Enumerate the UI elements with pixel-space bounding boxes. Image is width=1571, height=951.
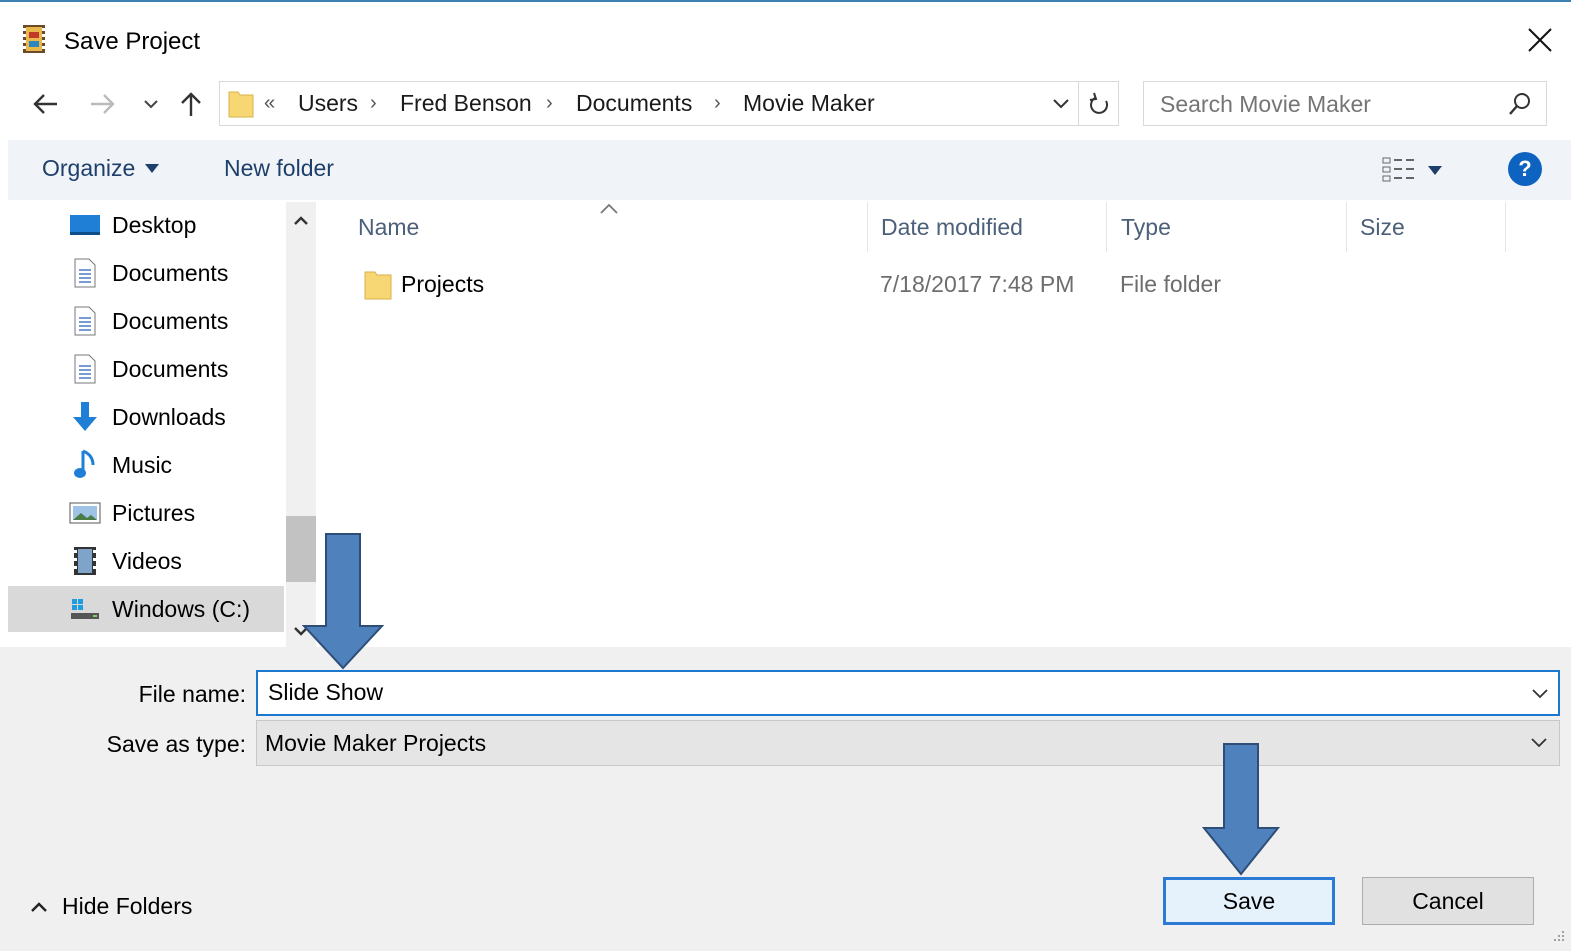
nav-item-pictures[interactable]: Pictures [8, 490, 284, 536]
document-icon [68, 256, 102, 290]
navigation-pane[interactable]: Desktop Documents Documents Documents Do… [8, 202, 318, 647]
window-title: Save Project [64, 28, 201, 55]
breadcrumb-fred-benson[interactable]: Fred Benson [400, 90, 532, 117]
forward-button[interactable] [88, 86, 118, 122]
column-header-type[interactable]: Type [1107, 202, 1347, 252]
nav-item-label: Documents [112, 259, 229, 286]
refresh-icon [1089, 92, 1108, 114]
breadcrumb-separator: › [546, 92, 553, 114]
file-type: File folder [1120, 271, 1221, 297]
file-date-modified: 7/18/2017 7:48 PM [880, 271, 1075, 297]
drive-icon [68, 592, 102, 626]
organize-label: Organize [42, 155, 136, 181]
folder-icon [364, 271, 392, 300]
save-as-type-label: Save as type: [106, 731, 246, 757]
save-as-type-select[interactable]: Movie Maker Projects [256, 720, 1560, 766]
organize-button[interactable]: Organize [42, 155, 160, 182]
movie-maker-app-icon [23, 25, 45, 53]
breadcrumb-movie-maker[interactable]: Movie Maker [743, 90, 875, 117]
desktop-icon [68, 208, 102, 242]
nav-item-documents[interactable]: Documents [8, 346, 284, 392]
caret-down-icon [1428, 165, 1442, 175]
up-button[interactable] [176, 86, 206, 122]
save-dialog: Save Project « Users › Fred Benson › Doc… [0, 0, 1571, 951]
close-button[interactable] [1518, 18, 1562, 62]
videos-icon [68, 544, 102, 578]
file-name-label: File name: [138, 681, 246, 707]
change-view-button[interactable] [1382, 152, 1454, 188]
chevron-up-icon [294, 216, 308, 225]
file-row[interactable]: Projects 7/18/2017 7:48 PM File folder [322, 262, 1522, 308]
nav-item-label: Music [112, 451, 173, 478]
annotation-arrow-save [1201, 743, 1281, 876]
back-button[interactable] [28, 86, 62, 122]
nav-item-label: Videos [112, 547, 182, 574]
hide-folders-label: Hide Folders [62, 893, 193, 919]
search-icon[interactable] [1506, 90, 1534, 118]
overflow-chevron[interactable]: « [264, 92, 275, 115]
nav-item-label: Pictures [112, 499, 196, 526]
arrow-right-icon [91, 94, 115, 114]
chevron-down-icon [1531, 738, 1547, 748]
help-button[interactable]: ? [1508, 152, 1542, 186]
chevron-down-icon [144, 100, 158, 109]
arrow-left-icon [33, 94, 57, 114]
scroll-up-button[interactable] [286, 206, 316, 236]
address-bar[interactable]: « Users › Fred Benson › Documents › Movi… [219, 81, 1119, 126]
search-input[interactable] [1160, 91, 1490, 118]
save-as-type-dropdown-button[interactable] [1527, 731, 1551, 755]
address-dropdown-button[interactable] [1046, 88, 1076, 120]
title-bar: Save Project [0, 4, 1571, 72]
file-name-combobox[interactable] [256, 670, 1560, 716]
chevron-down-icon [1532, 689, 1548, 699]
document-icon [68, 304, 102, 338]
column-header-size[interactable]: Size [1346, 202, 1506, 252]
nav-item-windows-c[interactable]: Windows (C:) [8, 586, 284, 632]
file-name-dropdown-button[interactable] [1528, 682, 1552, 706]
nav-item-documents[interactable]: Documents [8, 250, 284, 296]
save-as-type-value: Movie Maker Projects [265, 730, 487, 756]
resize-grip-icon[interactable] [1548, 929, 1566, 947]
arrow-up-icon [181, 92, 201, 116]
file-list[interactable]: Name Date modified Type Size Projects 7/… [322, 202, 1571, 647]
chevron-down-icon [1053, 99, 1069, 109]
cancel-button[interactable]: Cancel [1362, 877, 1534, 925]
music-icon [68, 448, 102, 482]
chevron-up-icon [31, 901, 47, 912]
hide-folders-button[interactable]: Hide Folders [30, 893, 192, 920]
caret-down-icon [145, 164, 160, 173]
save-button[interactable]: Save [1163, 877, 1335, 925]
details-view-icon [1382, 157, 1414, 182]
nav-item-label: Windows (C:) [112, 595, 251, 622]
column-header-name[interactable]: Name [344, 202, 868, 252]
nav-item-label: Documents [112, 307, 229, 334]
breadcrumb-users[interactable]: Users [298, 90, 358, 117]
new-folder-button[interactable]: New folder [224, 155, 334, 182]
nav-item-documents[interactable]: Documents [8, 298, 284, 344]
breadcrumb-separator: › [714, 92, 721, 114]
file-name: Projects [401, 271, 485, 297]
nav-item-label: Documents [112, 355, 229, 382]
annotation-arrow-file-name [301, 533, 385, 670]
nav-item-label: Desktop [112, 211, 197, 238]
nav-item-downloads[interactable]: Downloads [8, 394, 284, 440]
pictures-icon [68, 496, 102, 530]
document-icon [68, 352, 102, 386]
search-box[interactable] [1143, 81, 1547, 126]
recent-locations-button[interactable] [140, 86, 162, 122]
nav-item-label: Downloads [112, 403, 226, 430]
folder-icon [228, 91, 254, 118]
breadcrumb-documents[interactable]: Documents [576, 90, 692, 117]
command-toolbar: Organize New folder ? [8, 140, 1571, 200]
breadcrumb-separator: › [370, 92, 377, 114]
download-icon [68, 400, 102, 434]
nav-item-desktop[interactable]: Desktop [8, 202, 284, 248]
save-form-panel: File name: Save as type: Movie Maker Pro… [0, 647, 1571, 951]
file-name-input[interactable] [268, 679, 1508, 706]
column-header-date-modified[interactable]: Date modified [867, 202, 1107, 252]
refresh-button[interactable] [1078, 82, 1120, 125]
close-icon [1528, 28, 1552, 52]
nav-item-videos[interactable]: Videos [8, 538, 284, 584]
nav-item-music[interactable]: Music [8, 442, 284, 488]
